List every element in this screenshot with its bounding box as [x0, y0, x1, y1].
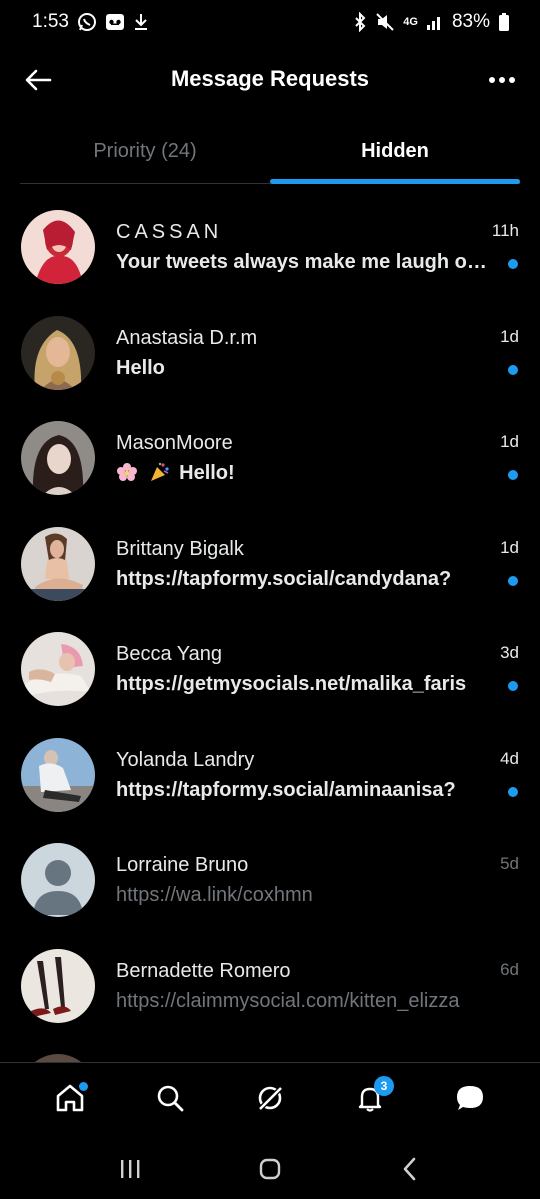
message-preview: Hello! — [179, 462, 235, 484]
tab-bar: Priority (24) Hidden — [20, 126, 520, 184]
tab-priority[interactable]: Priority (24) — [20, 126, 270, 183]
download-icon — [133, 12, 149, 32]
sender-name: Bernadette Romero — [116, 959, 291, 982]
unread-indicator — [508, 681, 518, 691]
sender-name: Brittany Bigalk — [116, 537, 244, 560]
battery-level: 83% — [451, 11, 490, 32]
nav-search[interactable] — [146, 1074, 194, 1122]
message-request-row[interactable] — [0, 1028, 540, 1062]
avatar[interactable] — [21, 526, 95, 601]
system-nav-bar — [0, 1138, 540, 1199]
avatar[interactable] — [21, 632, 95, 706]
message-time: 1d — [500, 537, 519, 557]
message-preview: Hello — [116, 356, 165, 379]
home-system-button[interactable] — [250, 1149, 290, 1189]
message-time: 6d — [500, 959, 519, 979]
notifications-count-badge: 3 — [374, 1075, 394, 1096]
message-request-row[interactable]: MasonMoore 1d Hello! — [0, 395, 540, 501]
unread-indicator — [508, 470, 518, 480]
unread-indicator — [508, 786, 518, 797]
page-title: Message Requests — [170, 66, 370, 91]
signal-icon — [426, 13, 444, 31]
message-preview: https://wa.link/coxhmn — [116, 884, 313, 906]
message-preview: https://tapformy.social/candydana? — [116, 567, 452, 590]
message-request-row[interactable]: Bernadette Romero 6d https://claimmysoci… — [0, 923, 540, 1029]
message-time: 1d — [500, 326, 519, 346]
message-preview: https://tapformy.social/aminaanisa? — [116, 778, 456, 801]
more-options-button[interactable] — [486, 64, 518, 96]
default-profile-icon — [21, 843, 95, 917]
sender-name: CASSAN — [116, 221, 223, 243]
messages-icon — [457, 1085, 483, 1110]
unread-indicator — [508, 575, 518, 586]
message-time: 5d — [500, 854, 519, 873]
message-request-row[interactable]: Becca Yang 3d https://getmysocials.net/m… — [0, 606, 540, 712]
bottom-nav: 3 — [0, 1062, 540, 1132]
sender-name: Lorraine Bruno — [116, 854, 249, 876]
nav-notifications[interactable]: 3 — [346, 1074, 394, 1122]
message-time: 1d — [500, 432, 519, 451]
message-time: 11h — [491, 221, 519, 240]
sender-name: MasonMoore — [116, 432, 233, 454]
nav-messages[interactable] — [446, 1074, 494, 1122]
status-right: 4G 83% — [353, 11, 510, 33]
status-bar: 1:53 4G 83% — [0, 0, 540, 44]
nav-grok[interactable] — [246, 1074, 294, 1122]
avatar[interactable] — [21, 421, 95, 495]
sender-name: Yolanda Landry — [116, 748, 255, 771]
message-request-row[interactable]: Lorraine Bruno 5d https://wa.link/coxhmn — [0, 817, 540, 923]
avatar[interactable] — [21, 1054, 95, 1062]
whatsapp-icon — [77, 12, 97, 32]
tab-hidden-label: Hidden — [361, 140, 429, 162]
battery-icon — [498, 12, 510, 32]
avatar[interactable] — [21, 948, 95, 1023]
back-system-button[interactable] — [390, 1149, 430, 1189]
message-request-list: CASSAN 11h Your tweets always make me la… — [0, 184, 540, 1062]
network-type: 4G — [403, 16, 418, 28]
default-avatar[interactable] — [21, 843, 95, 917]
message-time: 3d — [500, 643, 519, 662]
search-icon — [157, 1085, 184, 1111]
avatar[interactable] — [21, 737, 95, 812]
home-circle-icon — [259, 1158, 281, 1179]
message-request-row[interactable]: Yolanda Landry 4d https://tapformy.socia… — [0, 712, 540, 818]
sender-name: Anastasia D.r.m — [116, 326, 258, 349]
message-preview: Your tweets always make me laugh out lou… — [116, 251, 492, 273]
unread-indicator — [508, 364, 518, 375]
message-time: 4d — [500, 748, 519, 768]
mute-icon — [375, 12, 395, 32]
status-left: 1:53 — [32, 11, 149, 33]
sender-name: Becca Yang — [116, 643, 223, 665]
cherry-blossom-icon — [117, 463, 137, 481]
nav-home[interactable] — [46, 1074, 94, 1122]
home-unread-dot — [79, 1081, 88, 1091]
unread-indicator — [508, 259, 518, 269]
party-popper-icon — [150, 462, 169, 481]
tab-hidden[interactable]: Hidden — [270, 126, 520, 184]
message-request-row[interactable]: CASSAN 11h Your tweets always make me la… — [0, 184, 540, 290]
message-preview: https://getmysocials.net/malika_faris — [116, 673, 467, 695]
message-request-row[interactable]: Anastasia D.r.m 1d Hello — [0, 290, 540, 396]
back-chevron-icon — [403, 1157, 416, 1180]
message-request-row[interactable]: Brittany Bigalk 1d https://tapformy.soci… — [0, 501, 540, 607]
voicemail-icon — [105, 13, 125, 31]
avatar[interactable] — [21, 315, 95, 390]
header: Message Requests — [0, 52, 540, 108]
message-preview: https://claimmysocial.com/kitten_elizza — [116, 989, 460, 1012]
more-options-icon — [489, 77, 515, 83]
message-preview-container: Hello! — [116, 462, 492, 485]
recent-apps-button[interactable] — [110, 1149, 150, 1189]
recent-apps-icon — [121, 1159, 140, 1178]
bluetooth-icon — [353, 12, 367, 32]
status-time: 1:53 — [32, 11, 69, 32]
tab-priority-label: Priority (24) — [93, 140, 197, 162]
grok-icon — [257, 1084, 284, 1112]
avatar[interactable] — [21, 210, 95, 284]
